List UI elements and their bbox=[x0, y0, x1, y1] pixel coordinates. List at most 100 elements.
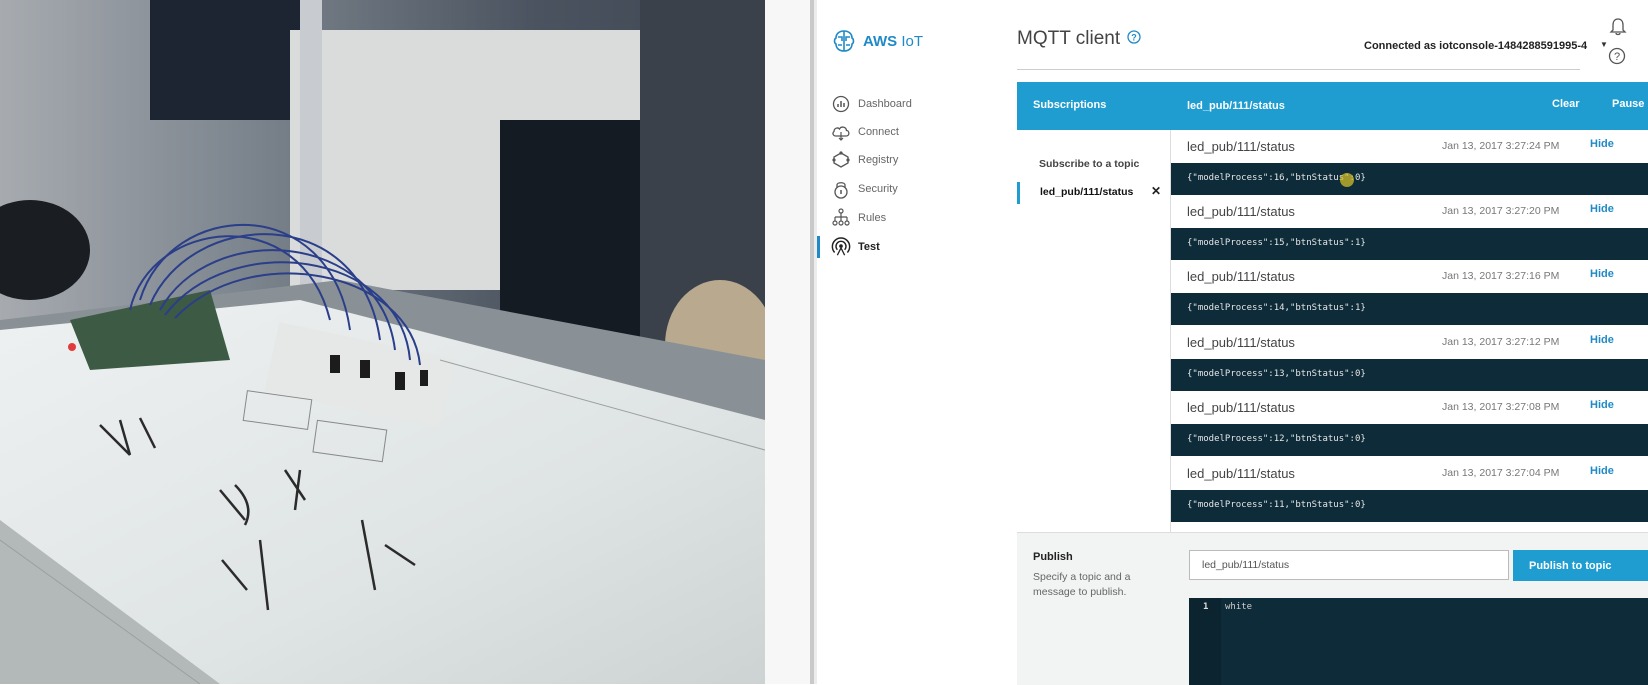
message-topic: led_pub/111/status bbox=[1187, 335, 1295, 350]
message-item: led_pub/111/status Jan 13, 2017 3:27:16 … bbox=[1171, 260, 1648, 325]
messages-topic: led_pub/111/status bbox=[1187, 100, 1285, 112]
subscriptions-heading: Subscriptions bbox=[1033, 99, 1107, 111]
hide-button[interactable]: Hide bbox=[1590, 399, 1614, 411]
payload-text: {"modelProcess":11,"btnStatus":0} bbox=[1187, 500, 1366, 510]
message-topic: led_pub/111/status bbox=[1187, 269, 1295, 284]
payload-text: {"modelProcess":14,"btnStatus":1} bbox=[1187, 303, 1366, 313]
sidebar-item-label: Registry bbox=[858, 154, 899, 166]
sidebar-item-dashboard[interactable]: Dashboard bbox=[831, 93, 912, 115]
help-circle-icon[interactable]: ? bbox=[1608, 47, 1626, 70]
message-item: led_pub/111/status Jan 13, 2017 3:27:24 … bbox=[1171, 130, 1648, 195]
publish-panel: Publish Specify a topic and a message to… bbox=[1017, 532, 1648, 685]
page-title: MQTT client ? bbox=[1017, 28, 1141, 50]
dashboard-icon bbox=[831, 94, 851, 114]
publish-to-topic-button[interactable]: Publish to topic bbox=[1513, 550, 1648, 581]
subscribe-to-topic-link[interactable]: Subscribe to a topic bbox=[1039, 158, 1139, 170]
sidebar-item-label: Security bbox=[858, 183, 898, 195]
hide-button[interactable]: Hide bbox=[1590, 203, 1614, 215]
sidebar-item-security[interactable]: Security bbox=[831, 178, 898, 200]
registry-icon bbox=[831, 150, 851, 170]
sidebar-item-label: Rules bbox=[858, 212, 887, 224]
payload-text: {"modelProcess":13,"btnStatus":0} bbox=[1187, 369, 1366, 379]
hide-button[interactable]: Hide bbox=[1590, 334, 1614, 346]
header-divider bbox=[1017, 69, 1580, 70]
message-timestamp: Jan 13, 2017 3:27:12 PM bbox=[1442, 336, 1560, 348]
message-item: led_pub/111/status Jan 13, 2017 3:27:12 … bbox=[1171, 326, 1648, 391]
message-timestamp: Jan 13, 2017 3:27:24 PM bbox=[1442, 140, 1560, 152]
sidebar-item-connect[interactable]: Connect bbox=[831, 121, 899, 143]
message-payload: {"modelProcess":11,"btnStatus":0} bbox=[1171, 490, 1648, 522]
message-editor[interactable]: 1 white bbox=[1189, 598, 1648, 685]
sidebar-item-test[interactable]: Test bbox=[831, 236, 880, 258]
message-header: led_pub/111/status Jan 13, 2017 3:27:04 … bbox=[1171, 457, 1648, 490]
message-header: led_pub/111/status Jan 13, 2017 3:27:24 … bbox=[1171, 130, 1648, 163]
message-topic: led_pub/111/status bbox=[1187, 466, 1295, 481]
message-payload: {"modelProcess":15,"btnStatus":1} bbox=[1171, 228, 1648, 260]
message-topic: led_pub/111/status bbox=[1187, 139, 1295, 154]
bell-icon[interactable] bbox=[1609, 16, 1627, 41]
subscriptions-header: Subscriptions bbox=[1017, 82, 1171, 130]
aws-iot-logo[interactable]: AWS IoT bbox=[831, 28, 923, 54]
sidebar-item-rules[interactable]: Rules bbox=[831, 207, 886, 229]
close-icon[interactable]: ✕ bbox=[1151, 184, 1161, 198]
message-payload: {"modelProcess":16,"btnStatus":0} bbox=[1171, 163, 1648, 195]
sidebar-item-registry[interactable]: Registry bbox=[831, 149, 898, 171]
active-indicator bbox=[817, 236, 820, 258]
publish-topic-input[interactable] bbox=[1189, 550, 1509, 580]
message-item: led_pub/111/status Jan 13, 2017 3:27:08 … bbox=[1171, 391, 1648, 456]
subscription-topic: led_pub/111/status bbox=[1040, 186, 1134, 198]
active-indicator bbox=[1017, 182, 1020, 204]
message-header: led_pub/111/status Jan 13, 2017 3:27:16 … bbox=[1171, 260, 1648, 293]
line-number: 1 bbox=[1203, 602, 1209, 612]
sidebar-item-label: Test bbox=[858, 241, 880, 253]
help-circle-icon[interactable]: ? bbox=[1127, 28, 1141, 50]
message-header: led_pub/111/status Jan 13, 2017 3:27:20 … bbox=[1171, 195, 1648, 228]
sidebar-item-label: Dashboard bbox=[858, 98, 912, 110]
payload-text: {"modelProcess":12,"btnStatus":0} bbox=[1187, 434, 1366, 444]
clear-button[interactable]: Clear bbox=[1552, 98, 1580, 110]
hide-button[interactable]: Hide bbox=[1590, 138, 1614, 150]
antenna-icon bbox=[831, 237, 851, 257]
message-header: led_pub/111/status Jan 13, 2017 3:27:12 … bbox=[1171, 326, 1648, 359]
messages-header: led_pub/111/status Clear Pause bbox=[1171, 82, 1648, 130]
webcam-feed bbox=[0, 0, 765, 684]
message-timestamp: Jan 13, 2017 3:27:04 PM bbox=[1442, 467, 1560, 479]
payload-text: {"modelProcess":15,"btnStatus":1} bbox=[1187, 238, 1366, 248]
mqtt-client-page: MQTT client ? Connected as iotconsole-14… bbox=[979, 0, 1648, 685]
hide-button[interactable]: Hide bbox=[1590, 268, 1614, 280]
window-gap bbox=[765, 0, 810, 684]
svg-text:?: ? bbox=[1614, 51, 1620, 63]
webcam-photo bbox=[0, 0, 765, 684]
editor-gutter: 1 bbox=[1189, 598, 1221, 685]
hide-button[interactable]: Hide bbox=[1590, 465, 1614, 477]
svg-text:?: ? bbox=[1131, 33, 1137, 43]
caret-down-icon[interactable]: ▼ bbox=[1600, 40, 1608, 49]
message-topic: led_pub/111/status bbox=[1187, 400, 1295, 415]
message-timestamp: Jan 13, 2017 3:27:16 PM bbox=[1442, 270, 1560, 282]
rules-icon bbox=[831, 208, 851, 228]
message-payload: {"modelProcess":14,"btnStatus":1} bbox=[1171, 293, 1648, 325]
logo-text: AWS IoT bbox=[863, 32, 924, 50]
editor-text[interactable]: white bbox=[1225, 602, 1252, 612]
message-list[interactable]: led_pub/111/status Jan 13, 2017 3:27:24 … bbox=[1171, 130, 1648, 532]
message-topic: led_pub/111/status bbox=[1187, 204, 1295, 219]
message-payload: {"modelProcess":13,"btnStatus":0} bbox=[1171, 359, 1648, 391]
message-timestamp: Jan 13, 2017 3:27:20 PM bbox=[1442, 205, 1560, 217]
message-payload: {"modelProcess":12,"btnStatus":0} bbox=[1171, 424, 1648, 456]
message-item: led_pub/111/status Jan 13, 2017 3:27:20 … bbox=[1171, 195, 1648, 260]
message-item: led_pub/111/status Jan 13, 2017 3:27:04 … bbox=[1171, 457, 1648, 522]
sidebar-item-label: Connect bbox=[858, 126, 899, 138]
publish-description: Specify a topic and a message to publish… bbox=[1033, 571, 1131, 598]
sidebar-nav: AWS IoT Dashboard Connect Registry Secur… bbox=[817, 0, 979, 684]
page-title-text: MQTT client bbox=[1017, 28, 1121, 49]
message-timestamp: Jan 13, 2017 3:27:08 PM bbox=[1442, 401, 1560, 413]
brain-icon bbox=[833, 30, 855, 52]
subscriptions-panel: Subscribe to a topic led_pub/111/status … bbox=[1017, 130, 1171, 532]
connection-status[interactable]: Connected as iotconsole-1484288591995-4 bbox=[1364, 40, 1587, 52]
lock-icon bbox=[831, 179, 851, 199]
subscription-item[interactable]: led_pub/111/status ✕ bbox=[1017, 182, 1171, 204]
payload-text: {"modelProcess":16,"btnStatus":0} bbox=[1187, 173, 1366, 183]
publish-heading: Publish bbox=[1033, 551, 1073, 563]
pause-button[interactable]: Pause bbox=[1612, 98, 1644, 110]
cloud-icon bbox=[831, 122, 851, 142]
